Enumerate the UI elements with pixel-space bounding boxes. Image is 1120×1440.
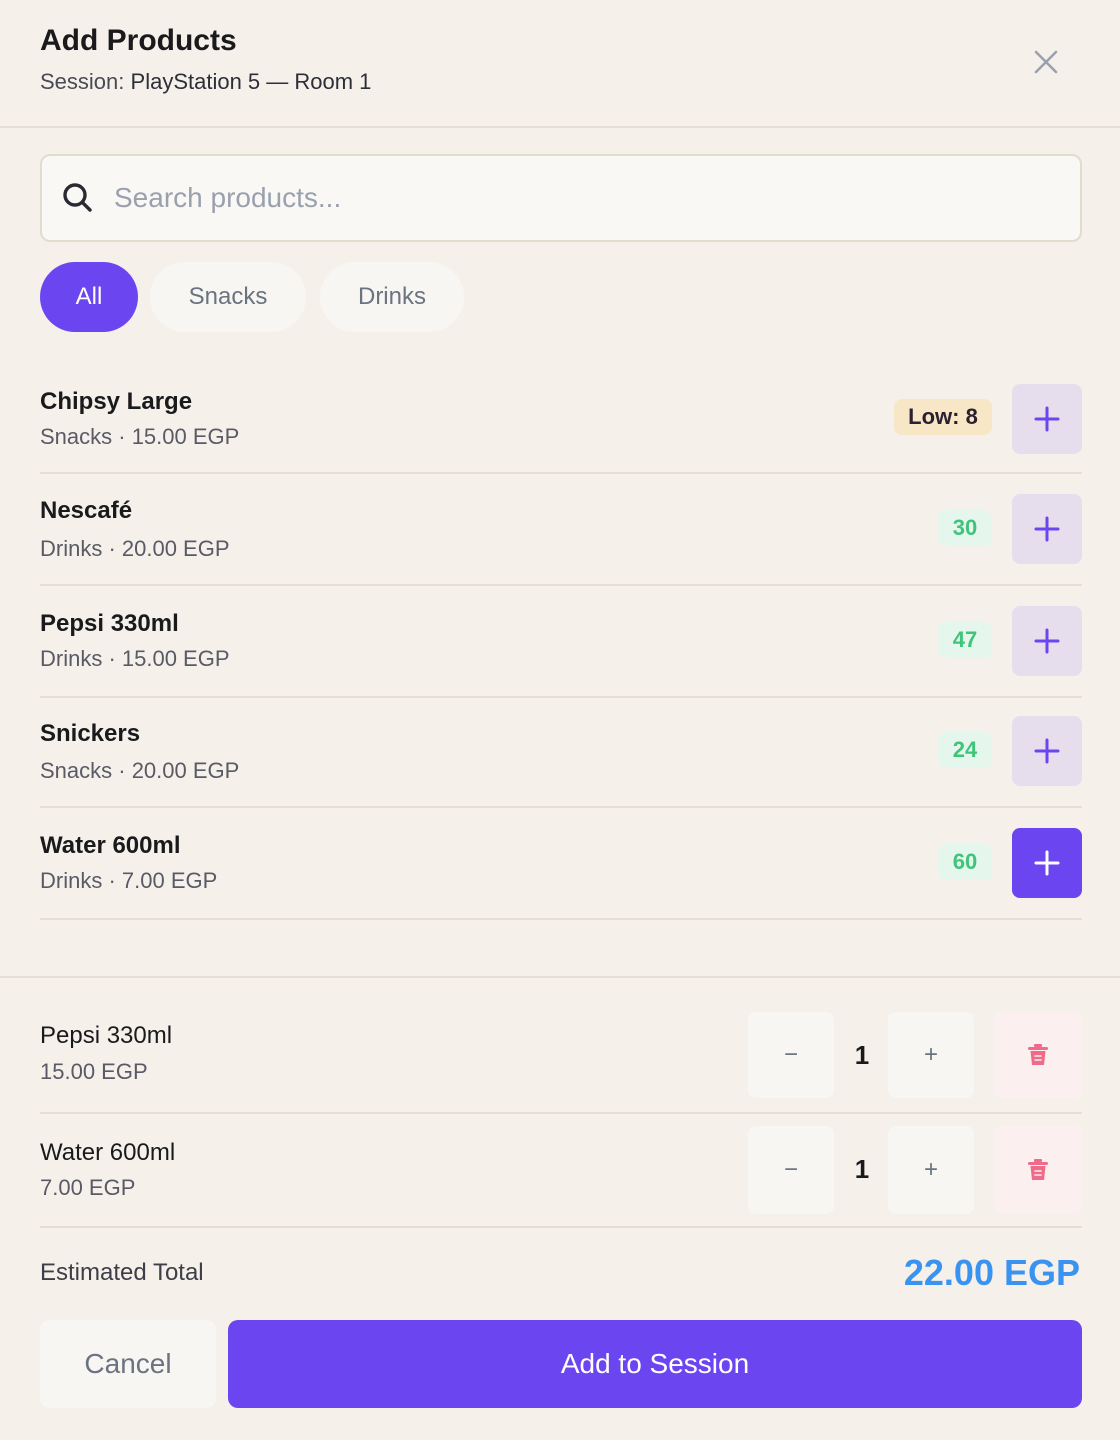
product-row: Water 600ml Drinks · 7.00 EGP 60 bbox=[40, 808, 1082, 920]
stock-badge: 60 bbox=[938, 844, 992, 880]
add-product-button[interactable] bbox=[1012, 716, 1082, 786]
session-label: Session: bbox=[40, 69, 125, 94]
cancel-button[interactable]: Cancel bbox=[40, 1320, 216, 1408]
plus-icon bbox=[1034, 850, 1060, 876]
modal-header: Add Products Session: PlayStation 5 — Ro… bbox=[0, 0, 1120, 128]
product-name: Water 600ml bbox=[40, 832, 181, 859]
plus-icon bbox=[1034, 628, 1060, 654]
product-meta: Drinks · 15.00 EGP bbox=[40, 646, 230, 671]
search-icon bbox=[63, 183, 92, 212]
search-input[interactable] bbox=[114, 174, 1054, 222]
product-meta: Drinks · 20.00 EGP bbox=[40, 536, 230, 561]
plus-icon bbox=[1034, 516, 1060, 542]
product-meta: Snacks · 15.00 EGP bbox=[40, 424, 240, 449]
product-row: Pepsi 330ml Drinks · 15.00 EGP 47 bbox=[40, 586, 1082, 698]
section-divider bbox=[0, 976, 1120, 978]
filter-chip-drinks[interactable]: Drinks bbox=[320, 262, 464, 332]
increase-quantity-button[interactable]: + bbox=[888, 1126, 974, 1214]
remove-item-button[interactable] bbox=[994, 1012, 1082, 1098]
product-row: Snickers Snacks · 20.00 EGP 24 bbox=[40, 698, 1082, 808]
total-label: Estimated Total bbox=[40, 1259, 204, 1286]
cart-item-price: 15.00 EGP bbox=[40, 1059, 148, 1084]
search-box bbox=[40, 154, 1082, 242]
modal-title: Add Products bbox=[40, 24, 237, 57]
decrease-quantity-button[interactable]: − bbox=[748, 1126, 834, 1214]
product-name: Snickers bbox=[40, 720, 141, 747]
stock-badge-low: Low: 8 bbox=[894, 399, 992, 435]
session-subtitle: Session: PlayStation 5 — Room 1 bbox=[40, 69, 371, 95]
add-to-session-button[interactable]: Add to Session bbox=[228, 1320, 1082, 1408]
trash-icon bbox=[1028, 1159, 1048, 1180]
cart-item-name: Water 600ml bbox=[40, 1139, 176, 1166]
product-meta: Snacks · 20.00 EGP bbox=[40, 758, 240, 783]
total-value: 22.00 EGP bbox=[903, 1252, 1080, 1293]
cart-item: Pepsi 330ml 15.00 EGP − 1 + bbox=[40, 998, 1082, 1114]
product-name: Pepsi 330ml bbox=[40, 610, 179, 637]
plus-icon bbox=[1034, 406, 1060, 432]
quantity-value: 1 bbox=[854, 1154, 870, 1184]
plus-icon bbox=[1034, 738, 1060, 764]
close-icon bbox=[1034, 50, 1058, 74]
product-meta: Drinks · 7.00 EGP bbox=[40, 868, 218, 893]
decrease-quantity-button[interactable]: − bbox=[748, 1012, 834, 1098]
product-row: Chipsy Large Snacks · 15.00 EGP Low: 8 bbox=[40, 364, 1082, 474]
add-product-button[interactable] bbox=[1012, 828, 1082, 898]
product-row: Nescafé Drinks · 20.00 EGP 30 bbox=[40, 474, 1082, 586]
stock-badge: 24 bbox=[938, 732, 992, 768]
filter-chip-all[interactable]: All bbox=[40, 262, 138, 332]
cart-item: Water 600ml 7.00 EGP − 1 + bbox=[40, 1114, 1082, 1228]
add-product-button[interactable] bbox=[1012, 384, 1082, 454]
remove-item-button[interactable] bbox=[994, 1126, 1082, 1214]
product-name: Chipsy Large bbox=[40, 388, 193, 415]
product-name: Nescafé bbox=[40, 497, 133, 524]
add-product-button[interactable] bbox=[1012, 606, 1082, 676]
cart-item-name: Pepsi 330ml bbox=[40, 1022, 173, 1049]
session-value: PlayStation 5 — Room 1 bbox=[130, 69, 372, 94]
add-product-button[interactable] bbox=[1012, 494, 1082, 564]
stock-badge: 47 bbox=[938, 622, 992, 658]
cart-item-price: 7.00 EGP bbox=[40, 1175, 136, 1200]
filter-chip-snacks[interactable]: Snacks bbox=[150, 262, 306, 332]
quantity-value: 1 bbox=[854, 1040, 870, 1070]
close-button[interactable] bbox=[1026, 42, 1066, 82]
stock-badge: 30 bbox=[938, 510, 992, 546]
increase-quantity-button[interactable]: + bbox=[888, 1012, 974, 1098]
trash-icon bbox=[1028, 1044, 1048, 1065]
